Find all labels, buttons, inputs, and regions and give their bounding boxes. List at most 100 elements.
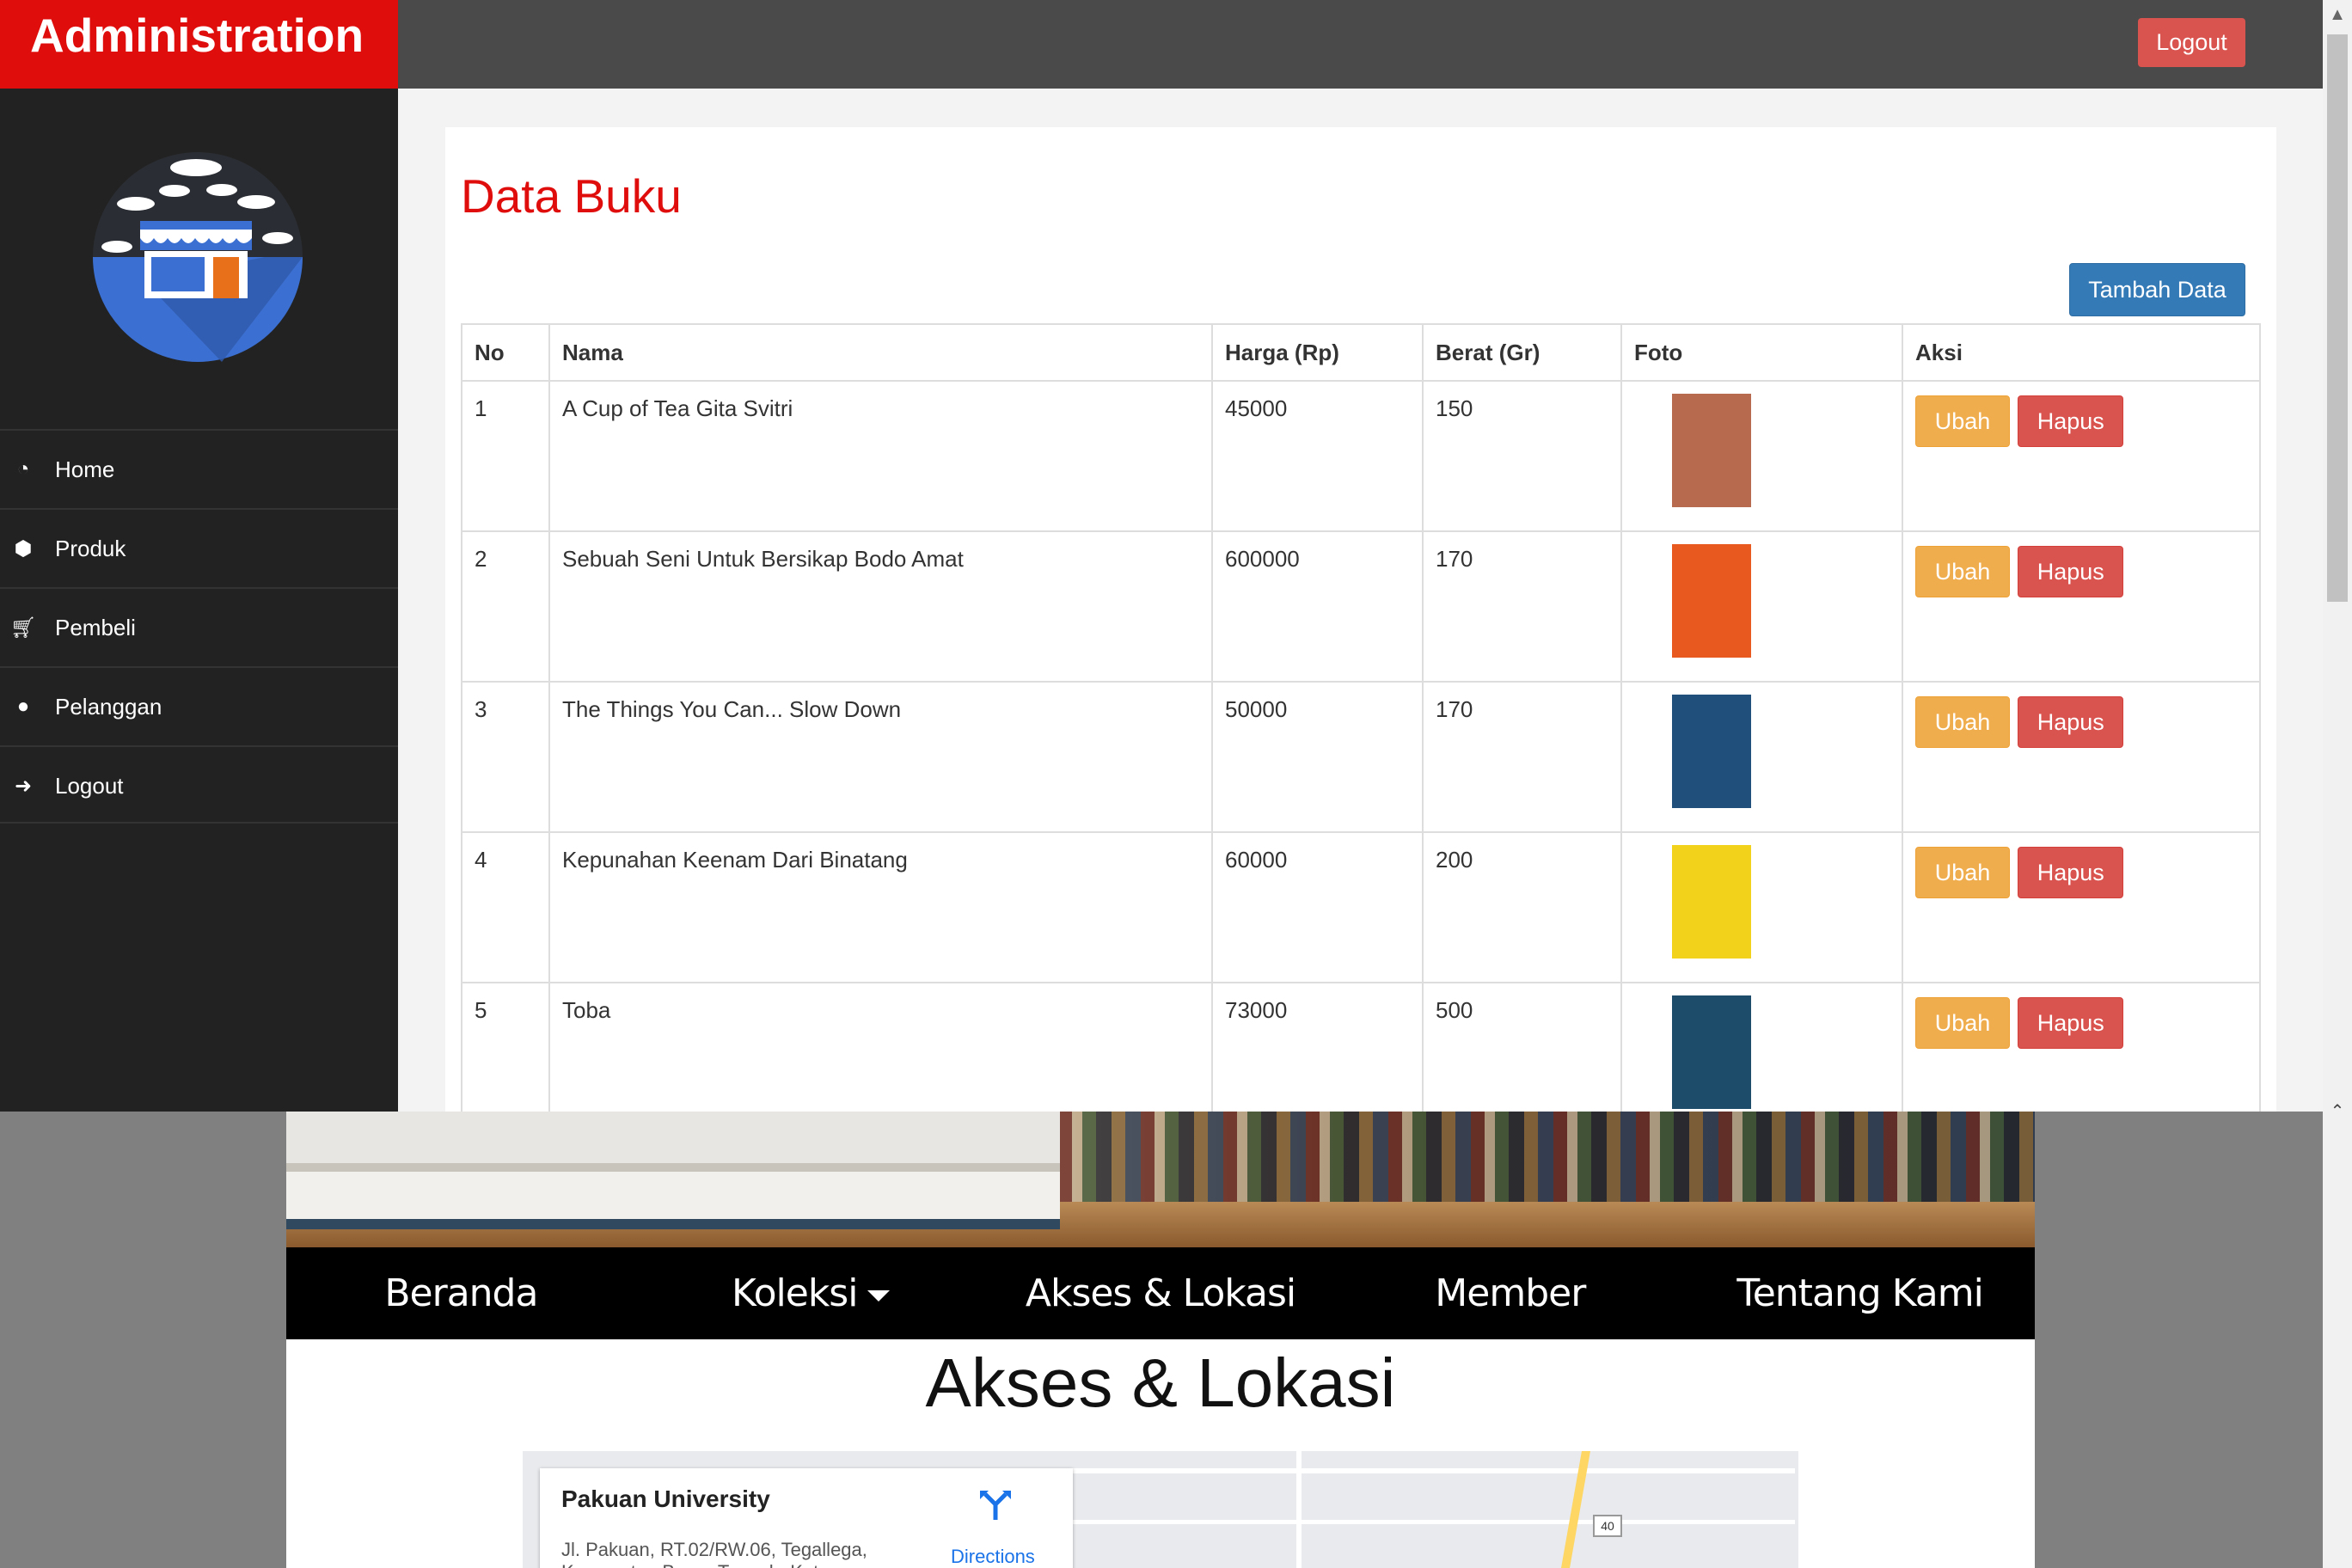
nav-tentang-kami[interactable]: Tentang Kami: [1685, 1247, 2035, 1339]
store-logo: [93, 152, 303, 362]
sidebar-item-label: Pembeli: [55, 614, 136, 640]
cell-nama: The Things You Can... Slow Down: [548, 681, 1213, 833]
user-icon: ●: [16, 695, 30, 718]
book-cover-image: [1672, 845, 1751, 959]
delete-button[interactable]: Hapus: [2018, 997, 2124, 1049]
nav-label: Member: [1435, 1271, 1586, 1315]
edit-button[interactable]: Ubah: [1915, 546, 2010, 597]
sidebar: ◔ Home ⬢ Produk 🛒︎ Pembeli ● Pelanggan ➜…: [0, 89, 398, 1112]
sidebar-item-home[interactable]: ◔ Home: [0, 429, 398, 508]
sidebar-item-produk[interactable]: ⬢ Produk: [0, 508, 398, 587]
cell-foto: [1620, 681, 1903, 833]
site-navbar: Beranda Koleksi Akses & Lokasi Member Te…: [286, 1247, 2035, 1339]
nav-label: Akses & Lokasi: [1025, 1271, 1296, 1315]
book-cover-image: [1672, 695, 1751, 808]
cell-berat: 170: [1422, 681, 1622, 833]
sidebar-item-logout[interactable]: ➜ Logout: [0, 745, 398, 824]
section-heading: Akses & Lokasi: [925, 1344, 1396, 1421]
cell-nama: Toba: [548, 982, 1213, 1112]
cell-nama: Kepunahan Keenam Dari Binatang: [548, 831, 1213, 983]
book-cover-image: [1672, 394, 1751, 507]
content-panel: Data Buku Tambah Data No Nama Harga (Rp)…: [445, 127, 2276, 1112]
cell-no: 4: [461, 831, 550, 983]
book-cover-image: [1672, 544, 1751, 658]
sidebar-item-label: Produk: [55, 535, 126, 561]
cell-foto: [1620, 831, 1903, 983]
column-header: Foto: [1620, 323, 1903, 382]
book-stack-top: [286, 1112, 1060, 1172]
column-header: Harga (Rp): [1211, 323, 1424, 382]
cell-nama: A Cup of Tea Gita Svitri: [548, 380, 1213, 532]
page-title: Data Buku: [461, 169, 682, 223]
admin-window: Administration Logout ◔ Home ⬢ Produk 🛒︎…: [0, 0, 2352, 1112]
table-row: 2 Sebuah Seni Untuk Bersikap Bodo Amat 6…: [461, 530, 2261, 683]
table-row: 1 A Cup of Tea Gita Svitri 45000 150 Uba…: [461, 380, 2261, 532]
caret-down-icon: [867, 1289, 891, 1302]
cell-berat: 150: [1422, 380, 1622, 532]
scroll-up-arrow-icon[interactable]: ▲: [2323, 0, 2352, 29]
edit-button[interactable]: Ubah: [1915, 997, 2010, 1049]
cell-harga: 45000: [1211, 380, 1424, 532]
brand-title: Administration: [0, 0, 398, 89]
cell-berat: 200: [1422, 831, 1622, 983]
edit-button[interactable]: Ubah: [1915, 696, 2010, 748]
scroll-up-arrow-icon[interactable]: ⌃: [2323, 1100, 2352, 1126]
table-row: 4 Kepunahan Keenam Dari Binatang 60000 2…: [461, 831, 2261, 983]
cell-no: 3: [461, 681, 550, 833]
delete-button[interactable]: Hapus: [2018, 696, 2124, 748]
sidebar-item-label: Home: [55, 456, 115, 482]
nav-label: Beranda: [384, 1271, 538, 1315]
column-header: Berat (Gr): [1422, 323, 1622, 382]
edit-button[interactable]: Ubah: [1915, 395, 2010, 447]
cell-aksi: Ubah Hapus: [1902, 380, 2261, 532]
cell-aksi: Ubah Hapus: [1902, 530, 2261, 683]
table-header-row: No Nama Harga (Rp) Berat (Gr) Foto Aksi: [461, 323, 2261, 382]
sign-out-icon: ➜: [14, 774, 33, 798]
nav-akses-lokasi[interactable]: Akses & Lokasi: [986, 1247, 1336, 1339]
nav-member[interactable]: Member: [1335, 1247, 1685, 1339]
logout-button[interactable]: Logout: [2138, 18, 2245, 67]
road-shield: 40: [1593, 1515, 1622, 1537]
place-address: Jl. Pakuan, RT.02/RW.06, Tegallega, Keca…: [561, 1539, 867, 1568]
sidebar-item-pembeli[interactable]: 🛒︎ Pembeli: [0, 587, 398, 666]
cell-no: 1: [461, 380, 550, 532]
sidebar-divider: [0, 822, 398, 824]
cell-berat: 500: [1422, 982, 1622, 1112]
column-header: Nama: [548, 323, 1213, 382]
nav-beranda[interactable]: Beranda: [286, 1247, 636, 1339]
sidebar-item-label: Logout: [55, 772, 124, 799]
cell-harga: 60000: [1211, 831, 1424, 983]
cell-nama: Sebuah Seni Untuk Bersikap Bodo Amat: [548, 530, 1213, 683]
cell-harga: 600000: [1211, 530, 1424, 683]
cell-foto: [1620, 380, 1903, 532]
cell-foto: [1620, 530, 1903, 683]
cell-harga: 50000: [1211, 681, 1424, 833]
cart-icon: 🛒︎: [10, 616, 37, 640]
sidebar-item-pelanggan[interactable]: ● Pelanggan: [0, 666, 398, 745]
scrollbar-thumb[interactable]: [2327, 34, 2348, 602]
table-row: 5 Toba 73000 500 Ubah Hapus: [461, 982, 2261, 1112]
cell-harga: 73000: [1211, 982, 1424, 1112]
cell-foto: [1620, 982, 1903, 1112]
book-stack-bottom: [286, 1172, 1060, 1229]
directions-icon[interactable]: [978, 1487, 1013, 1522]
map-road: [1296, 1451, 1302, 1568]
sidebar-item-label: Pelanggan: [55, 693, 162, 720]
top-bar: Logout: [398, 0, 2323, 89]
cell-aksi: Ubah Hapus: [1902, 982, 2261, 1112]
add-data-button[interactable]: Tambah Data: [2069, 263, 2245, 316]
embedded-map[interactable]: Pakuan University Jl. Pakuan, RT.02/RW.0…: [523, 1451, 1798, 1568]
cell-aksi: Ubah Hapus: [1902, 681, 2261, 833]
nav-koleksi[interactable]: Koleksi: [636, 1247, 986, 1339]
shelf-books: [1043, 1112, 2035, 1202]
nav-label: Koleksi: [731, 1271, 859, 1315]
delete-button[interactable]: Hapus: [2018, 847, 2124, 898]
scrollbar[interactable]: [2323, 1112, 2352, 1568]
library-site-window: Beranda Koleksi Akses & Lokasi Member Te…: [286, 1112, 2035, 1568]
edit-button[interactable]: Ubah: [1915, 847, 2010, 898]
delete-button[interactable]: Hapus: [2018, 546, 2124, 597]
delete-button[interactable]: Hapus: [2018, 395, 2124, 447]
cube-icon: ⬢: [14, 536, 33, 560]
book-cover-image: [1672, 995, 1751, 1109]
directions-link[interactable]: Directions: [951, 1546, 1035, 1568]
